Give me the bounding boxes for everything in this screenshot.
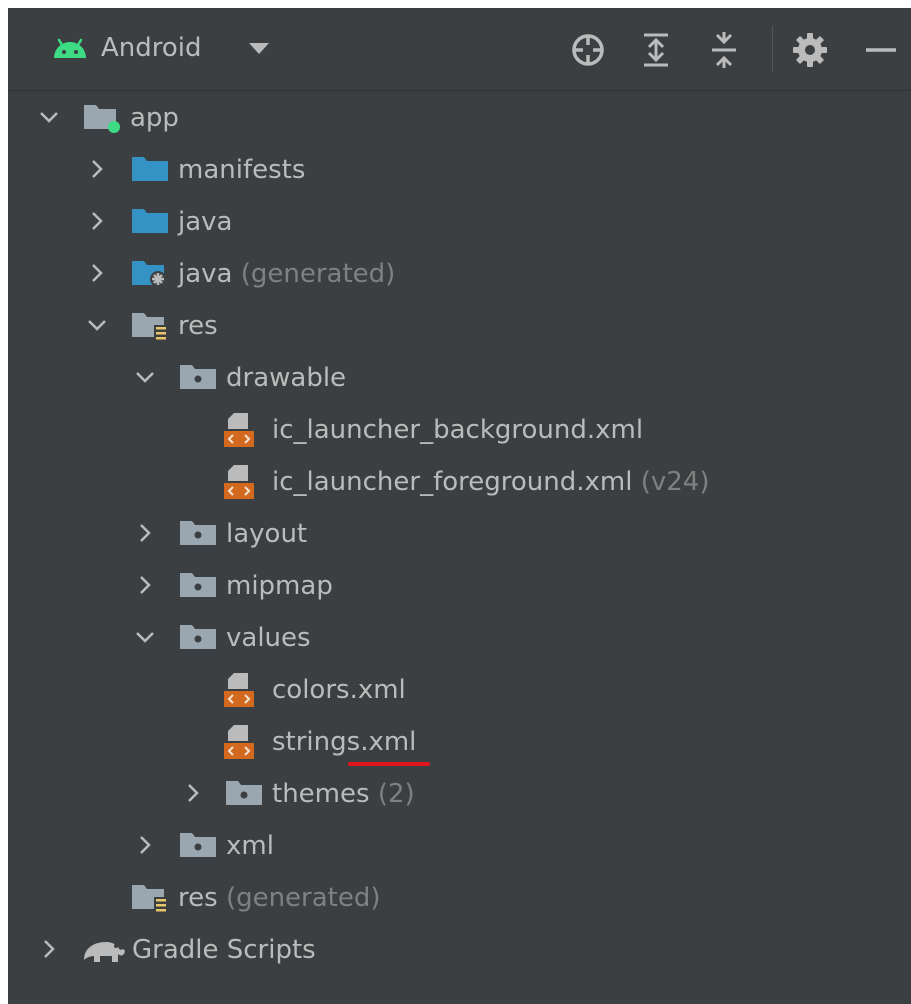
tree-node-label: app [130,103,179,133]
resource-folder-icon [132,885,168,913]
tree-node-xml[interactable]: xml [8,820,911,872]
tree-node-manifests[interactable]: manifests [8,144,911,196]
folder-icon [132,209,168,233]
project-toolbar: Android [8,8,911,91]
tree-node-gradle-scripts[interactable]: Gradle Scripts [8,924,911,976]
folder-icon [132,157,168,181]
gradle-elephant-icon [84,942,125,962]
package-folder-icon [226,781,262,805]
tree-node-mipmap[interactable]: mipmap [8,560,911,612]
chevron-right-icon[interactable] [134,834,156,856]
tree-node-strings-xml[interactable]: strings.xml [8,716,911,768]
tree-node-drawable[interactable]: drawable [8,352,911,404]
tree-node-label: mipmap [226,571,333,601]
toolbar-separator [772,26,773,72]
chevron-right-icon[interactable] [134,522,156,544]
crosshair-icon[interactable] [568,30,608,70]
tree-node-themes[interactable]: themes (2) [8,768,911,820]
chevron-down-icon[interactable] [134,626,156,648]
tree-node-res[interactable]: res [8,300,911,352]
package-folder-icon [180,625,216,649]
chevron-down-icon[interactable] [38,106,60,128]
tree-node-label: drawable [226,363,347,393]
tree-node-label: Gradle Scripts [132,935,316,965]
tree-node-label: colors.xml [272,675,406,705]
xml-file-icon [224,465,254,499]
tree-node-values[interactable]: values [8,612,911,664]
tree-node-hint: (2) [377,779,415,809]
tree-node-hint: (generated) [225,883,381,913]
chevron-right-icon[interactable] [182,782,204,804]
tree-node-app[interactable]: app [8,92,911,144]
tree-node-java-generated[interactable]: java (generated) [8,248,911,300]
chevron-down-icon[interactable] [248,42,270,56]
module-folder-icon [84,105,120,133]
tree-node-java[interactable]: java [8,196,911,248]
gear-icon[interactable] [790,30,830,70]
tree-node-res-generated[interactable]: res (generated) [8,872,911,924]
tree-node-ic-launcher-background[interactable]: ic_launcher_background.xml [8,404,911,456]
package-folder-icon [180,365,216,389]
tree-node-ic-launcher-foreground[interactable]: ic_launcher_foreground.xml (v24) [8,456,911,508]
xml-file-icon [224,725,254,759]
tree-node-label: java (generated) [178,259,396,289]
tree-node-label: xml [226,831,274,861]
chevron-right-icon[interactable] [86,158,108,180]
tree-node-label: manifests [178,155,306,185]
tree-node-label: ic_launcher_foreground.xml (v24) [272,467,710,497]
generated-source-folder-icon [132,261,166,287]
minus-icon[interactable] [860,30,900,70]
resource-folder-icon [132,313,168,341]
tree-node-label: strings.xml [272,727,417,757]
chevron-right-icon[interactable] [86,210,108,232]
package-folder-icon [180,521,216,545]
chevron-right-icon[interactable] [86,262,108,284]
tree-node-label: res (generated) [178,883,381,913]
tree-node-colors-xml[interactable]: colors.xml [8,664,911,716]
tree-node-label: layout [226,519,308,549]
chevron-right-icon[interactable] [38,938,60,960]
tree-node-label: ic_launcher_background.xml [272,415,644,445]
xml-file-icon [224,673,254,707]
android-icon [54,38,86,58]
annotation-underline [348,762,430,766]
chevron-down-icon[interactable] [134,366,156,388]
chevron-down-icon[interactable] [86,314,108,336]
chevron-right-icon[interactable] [134,574,156,596]
tree-node-label: java [178,207,233,237]
tree-node-hint: (v24) [640,467,710,497]
tree-node-label: values [226,623,311,653]
expand-all-icon[interactable] [636,30,676,70]
project-tool-window: Android app manifests java java (generat… [8,8,911,1004]
tree-node-label: themes (2) [272,779,415,809]
tree-node-layout[interactable]: layout [8,508,911,560]
collapse-all-icon[interactable] [704,30,744,70]
view-selector[interactable]: Android [101,30,202,66]
xml-file-icon [224,413,254,447]
tree-node-label: res [178,311,218,341]
tree-node-hint: (generated) [240,259,396,289]
package-folder-icon [180,573,216,597]
package-folder-icon [180,833,216,857]
